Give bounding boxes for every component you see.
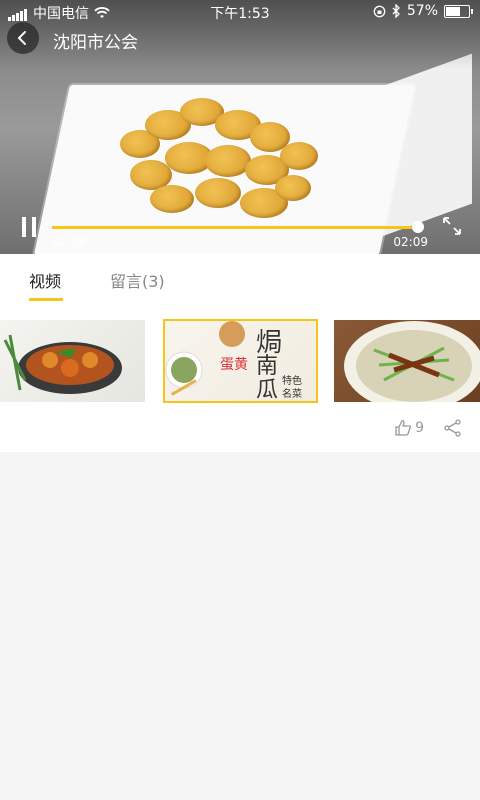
like-count: 9 [415,420,424,436]
thumbnail-caption-3: 瓜 [256,378,279,402]
battery-icon [444,4,473,18]
back-button[interactable] [7,22,39,54]
video-list-section: 焗 南 瓜 蛋黄 特色 名菜 9 [0,302,480,452]
action-row: 9 [394,419,462,437]
share-icon[interactable] [444,419,462,437]
pause-button[interactable] [22,217,36,237]
tab-comments[interactable]: 留言(3) [110,268,165,292]
dish-image [3,334,122,394]
chevron-left-icon [17,31,26,45]
dish-image [344,321,480,402]
tab-active-indicator [29,298,63,301]
thumbnail-caption-4: 蛋黄 [220,357,248,373]
video-thumbnail-3[interactable] [334,320,480,402]
video-title: 沈阳市公会 [53,33,138,53]
video-player[interactable]: 中国电信 下午1:53 57% 沈阳市公会 02:08 02:09 [0,0,480,254]
video-frame-food [100,90,330,230]
fullscreen-icon[interactable] [442,216,462,236]
total-time: 02:09 [393,235,428,249]
progress-fill [52,226,419,229]
tab-bar: 视频 留言(3) [0,254,480,303]
video-thumbnail-1[interactable] [0,320,145,402]
status-bar: 中国电信 下午1:53 57% [0,0,480,22]
bluetooth-icon [392,4,400,18]
tab-videos[interactable]: 视频 [29,268,61,292]
thumbs-up-icon [395,420,412,436]
current-time: 02:08 [52,235,87,249]
like-button[interactable]: 9 [394,419,424,437]
orientation-lock-icon [373,5,386,17]
video-thumbnail-2[interactable]: 焗 南 瓜 蛋黄 特色 名菜 [163,319,318,403]
thumbnail-caption-6: 名菜 [282,389,302,400]
battery-percent: 57% [406,3,438,19]
progress-bar[interactable] [52,221,425,233]
